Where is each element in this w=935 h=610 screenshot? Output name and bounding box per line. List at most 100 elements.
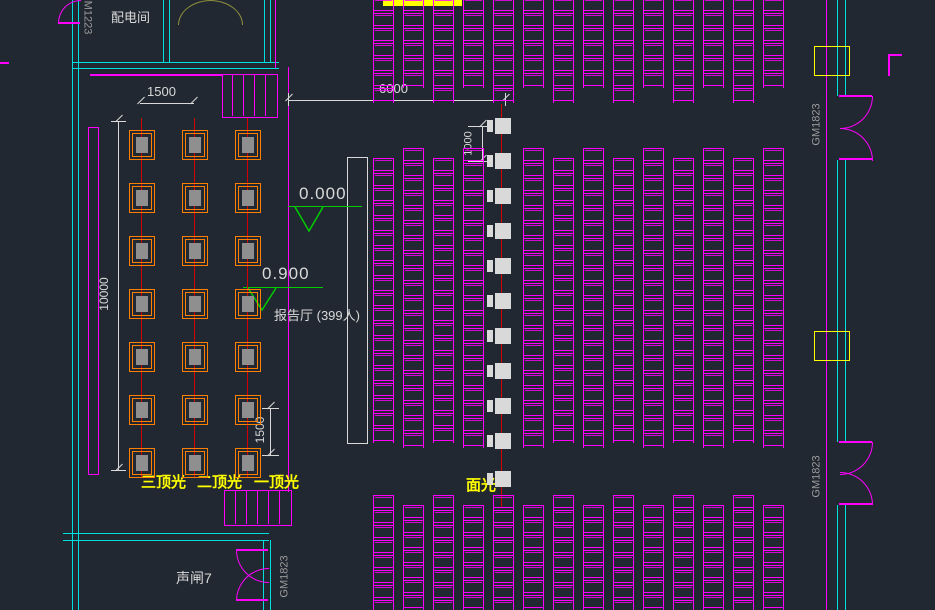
seat: [434, 188, 453, 201]
stage-edge-line: [90, 74, 223, 76]
seat-column: [523, 0, 544, 88]
seat: [734, 495, 753, 508]
seat: [764, 73, 783, 86]
seat-column: [463, 505, 484, 610]
seat: [554, 203, 573, 216]
seat: [614, 43, 633, 56]
seat: [434, 233, 453, 246]
seat: [464, 148, 483, 161]
seat: [734, 28, 753, 41]
seat: [464, 223, 483, 236]
wall: [72, 62, 279, 63]
aisle-fixture: [495, 433, 511, 449]
seat: [374, 570, 393, 583]
seat: [704, 178, 723, 191]
seat: [434, 278, 453, 291]
seat: [374, 73, 393, 86]
door-tag: GM1823: [812, 99, 823, 151]
stage-light: [235, 289, 261, 319]
seat: [584, 0, 603, 11]
seat: [644, 163, 663, 176]
seat: [644, 388, 663, 401]
aisle-fixture: [495, 293, 511, 309]
seat: [494, 13, 513, 26]
seat: [764, 403, 783, 416]
seat: [374, 600, 393, 610]
seat: [434, 338, 453, 351]
aisle-fixture-bracket: [487, 400, 493, 412]
seat: [554, 188, 573, 201]
seat: [524, 238, 543, 251]
seat: [524, 163, 543, 176]
seat: [554, 263, 573, 276]
wall: [63, 533, 269, 534]
seat: [584, 73, 603, 86]
seat-column: [583, 0, 604, 88]
elevation-line: [243, 287, 323, 288]
wall: [837, 505, 838, 610]
seat: [584, 505, 603, 518]
seat: [554, 218, 573, 231]
seat: [704, 520, 723, 533]
seat: [674, 555, 693, 568]
seat: [644, 0, 663, 11]
seat: [644, 298, 663, 311]
seat: [404, 535, 423, 548]
seat: [614, 428, 633, 441]
seat: [734, 540, 753, 553]
seat: [554, 525, 573, 538]
seat: [554, 600, 573, 610]
stage-light: [235, 395, 261, 425]
seat: [674, 585, 693, 598]
seat-column: [643, 0, 664, 88]
seat: [674, 495, 693, 508]
door-tag: GM1823: [812, 451, 823, 503]
seat: [764, 163, 783, 176]
wall: [275, 0, 276, 68]
seat: [584, 520, 603, 533]
seat: [614, 203, 633, 216]
seat: [614, 570, 633, 583]
seat: [434, 570, 453, 583]
seat: [404, 298, 423, 311]
aisle-fixture-bracket: [487, 330, 493, 342]
stage-light: [182, 183, 208, 213]
seat: [464, 403, 483, 416]
seat: [584, 328, 603, 341]
dim-text: 10000: [98, 274, 110, 314]
door-swing-arc: [840, 96, 873, 129]
seat: [404, 148, 423, 161]
seat: [524, 313, 543, 326]
seat: [494, 88, 513, 101]
aisle-fixture-bracket: [487, 190, 493, 202]
dim-ext: [262, 408, 279, 409]
seat: [734, 525, 753, 538]
seat: [614, 353, 633, 366]
seat: [554, 383, 573, 396]
seat-column: [613, 158, 634, 443]
seat: [644, 58, 663, 71]
seat-column: [613, 0, 634, 103]
seat: [644, 13, 663, 26]
seat: [614, 525, 633, 538]
seat: [584, 358, 603, 371]
seat: [734, 248, 753, 261]
seat-column: [523, 148, 544, 448]
seat: [374, 248, 393, 261]
seat: [644, 520, 663, 533]
seat: [704, 148, 723, 161]
seat: [494, 58, 513, 71]
seat-column: [703, 0, 724, 88]
wall-column: [814, 331, 850, 361]
door-swing-arc: [840, 472, 873, 505]
seat: [644, 403, 663, 416]
seat: [674, 368, 693, 381]
seat: [404, 178, 423, 191]
seat: [554, 495, 573, 508]
elevation-value: 0.000: [299, 185, 347, 202]
seat-column: [433, 158, 454, 443]
seat: [614, 158, 633, 171]
seat-column: [733, 495, 754, 610]
seat: [554, 173, 573, 186]
seat: [734, 338, 753, 351]
